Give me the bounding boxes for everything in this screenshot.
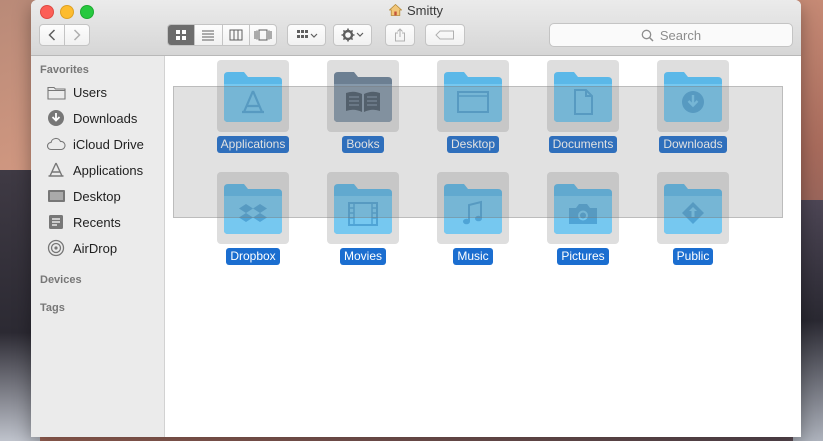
- window-title-text: Smitty: [406, 3, 444, 18]
- desktop-icon: [46, 187, 66, 205]
- sidebar-item-label: Downloads: [73, 110, 138, 126]
- back-forward-group: [39, 24, 90, 46]
- item-label: Dropbox: [226, 248, 280, 265]
- column-view-button[interactable]: [221, 25, 249, 45]
- applications-folder-icon: [224, 72, 282, 122]
- share-icon: [395, 28, 405, 42]
- downloads-folder-icon: [664, 72, 722, 122]
- sidebar-item-icloud-drive[interactable]: iCloud Drive: [46, 133, 144, 155]
- forward-button[interactable]: [64, 25, 89, 45]
- item-pictures[interactable]: Pictures: [533, 170, 633, 280]
- item-label: Desktop: [446, 136, 500, 153]
- tag-button[interactable]: [425, 24, 465, 46]
- item-label: Books: [342, 136, 384, 153]
- sidebar: Favorites Users Downloads iCloud Drive A…: [31, 56, 165, 437]
- cover-flow-view-button[interactable]: [248, 25, 276, 45]
- sidebar-item-label: Desktop: [73, 188, 121, 204]
- arrange-grid-icon: [296, 30, 317, 38]
- sidebar-item-airdrop[interactable]: AirDrop: [46, 237, 117, 259]
- cloud-icon: [46, 135, 66, 153]
- music-folder-icon: [444, 184, 502, 234]
- list-view-button[interactable]: [194, 25, 221, 45]
- item-label: Applications: [216, 136, 290, 153]
- chevron-left-icon: [48, 29, 56, 41]
- search-icon: [641, 29, 654, 42]
- favorites-heading: Favorites: [40, 64, 89, 76]
- books-folder-icon: [334, 72, 392, 122]
- tags-heading: Tags: [40, 302, 65, 314]
- item-music[interactable]: Music: [423, 170, 523, 280]
- devices-heading: Devices: [40, 274, 82, 286]
- item-label: Movies: [339, 248, 386, 265]
- back-button[interactable]: [40, 25, 64, 45]
- titlebar: Smitty Search: [31, 0, 801, 56]
- item-label: Downloads: [659, 136, 727, 153]
- pictures-folder-icon: [554, 184, 612, 234]
- item-label: Documents: [548, 136, 618, 153]
- sidebar-item-label: Applications: [73, 162, 144, 178]
- folder-icon: [46, 83, 66, 101]
- item-label: Music: [453, 248, 493, 265]
- sidebar-item-downloads[interactable]: Downloads: [46, 107, 137, 129]
- file-browser: Applications Books Desktop Documents Dow…: [165, 56, 801, 437]
- sidebar-item-label: iCloud Drive: [73, 136, 144, 152]
- icon-view-button[interactable]: [168, 25, 195, 45]
- action-button[interactable]: [333, 24, 372, 46]
- column-view-icon: [229, 29, 243, 41]
- sidebar-item-applications[interactable]: Applications: [46, 159, 143, 181]
- item-label: Pictures: [557, 248, 609, 265]
- home-icon: [388, 4, 402, 16]
- icon-view-icon: [176, 30, 187, 40]
- item-public[interactable]: Public: [643, 170, 743, 280]
- item-applications[interactable]: Applications: [203, 58, 303, 168]
- finder-window: Smitty Search Favorites Users Downloads …: [31, 0, 801, 437]
- window-title: Smitty: [31, 3, 801, 18]
- view-mode-group: [167, 24, 277, 46]
- item-downloads[interactable]: Downloads: [643, 58, 743, 168]
- item-label: Public: [672, 248, 714, 265]
- dropbox-folder-icon: [224, 184, 282, 234]
- sidebar-item-label: Recents: [73, 214, 121, 230]
- airdrop-icon: [46, 239, 66, 257]
- item-dropbox[interactable]: Dropbox: [203, 170, 303, 280]
- download-circle-icon: [46, 109, 66, 127]
- item-documents[interactable]: Documents: [533, 58, 633, 168]
- sidebar-item-recents[interactable]: Recents: [46, 211, 121, 233]
- chevron-right-icon: [73, 29, 81, 41]
- item-movies[interactable]: Movies: [313, 170, 413, 280]
- arrange-button[interactable]: [287, 24, 326, 46]
- item-books[interactable]: Books: [313, 58, 413, 168]
- cover-flow-view-icon: [254, 29, 272, 41]
- search-placeholder: Search: [659, 27, 702, 43]
- sidebar-item-desktop[interactable]: Desktop: [46, 185, 121, 207]
- sidebar-item-users[interactable]: Users: [46, 81, 107, 103]
- desktop-folder-icon: [444, 72, 502, 122]
- movies-folder-icon: [334, 184, 392, 234]
- recents-icon: [46, 213, 66, 231]
- documents-folder-icon: [554, 72, 612, 122]
- share-button[interactable]: [385, 24, 415, 46]
- public-folder-icon: [664, 184, 722, 234]
- gear-icon: [341, 28, 363, 42]
- sidebar-item-label: Users: [73, 84, 107, 100]
- applications-icon: [46, 161, 66, 179]
- sidebar-item-label: AirDrop: [73, 240, 118, 256]
- list-view-icon: [202, 30, 215, 41]
- search-field[interactable]: Search: [549, 23, 793, 47]
- tag-icon: [435, 30, 454, 40]
- item-desktop[interactable]: Desktop: [423, 58, 523, 168]
